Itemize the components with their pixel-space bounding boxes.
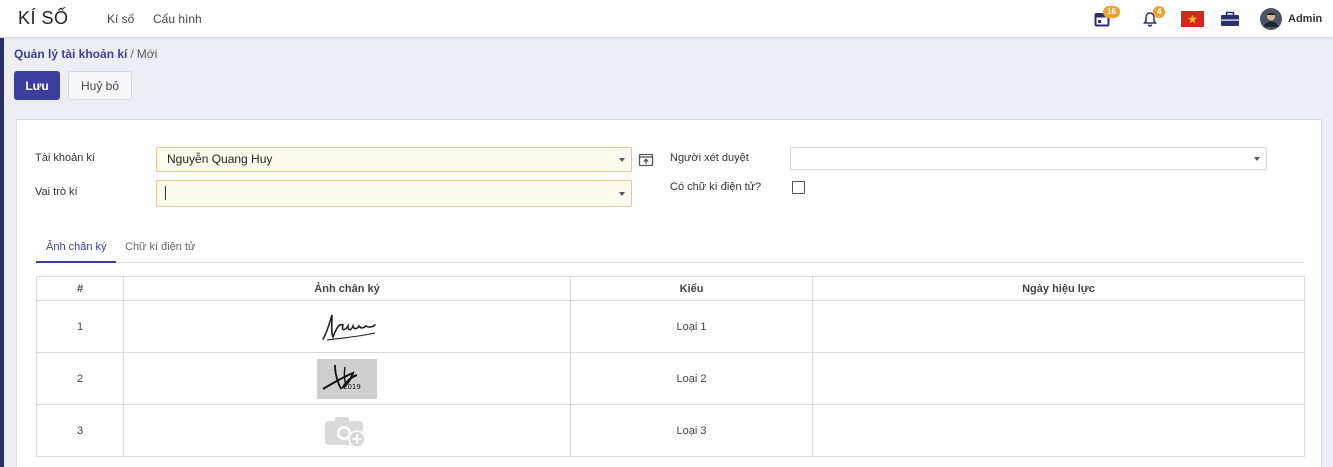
table-row[interactable]: 3 Loại 3 <box>36 404 1305 457</box>
table-row[interactable]: 2 2019 Loại 2 <box>36 352 1305 405</box>
breadcrumb-separator: / <box>130 47 134 61</box>
signature-image-cell[interactable] <box>123 404 571 457</box>
user-name[interactable]: Admin <box>1288 13 1322 25</box>
activity-badge: 16 <box>1103 6 1120 18</box>
briefcase-icon <box>1221 11 1239 26</box>
active-tab-indicator <box>36 261 116 263</box>
dropdown-caret-icon <box>619 192 625 196</box>
signing-account-label: Tài khoản kí <box>35 152 95 164</box>
language-switcher[interactable] <box>1180 8 1204 30</box>
column-header: Ngày hiệu lực <box>812 276 1305 301</box>
menu-ki-so[interactable]: Kí số <box>107 12 134 26</box>
column-header: Kiểu <box>570 276 813 301</box>
effective-date-cell[interactable] <box>812 300 1305 353</box>
type-cell: Loại 2 <box>570 352 813 405</box>
reviewer-label: Người xét duyệt <box>670 152 749 164</box>
row-index: 1 <box>36 300 124 353</box>
signing-account-select[interactable]: Nguyễn Quang Huy <box>156 147 632 172</box>
notification-button[interactable]: 4 <box>1139 6 1166 30</box>
add-photo-icon[interactable] <box>317 411 377 451</box>
left-accent-bar <box>0 38 4 467</box>
top-navbar: KÍ SỐ Kí số Cấu hình 16 4 Admin <box>0 0 1333 38</box>
column-header: # <box>36 276 124 301</box>
signature-image-cell[interactable] <box>123 300 571 353</box>
user-menu[interactable] <box>1259 8 1283 30</box>
signature-image-cell[interactable]: 2019 <box>123 352 571 405</box>
signature-scribble-image <box>322 314 376 341</box>
table-header-row: # Ảnh chân ký Kiểu Ngày hiệu lực <box>36 276 1305 301</box>
type-cell: Loại 3 <box>570 404 813 457</box>
tab-signature-image[interactable]: Ảnh chân ký <box>46 241 107 253</box>
reviewer-select[interactable] <box>790 147 1267 170</box>
signature-stamp-image: 2019 <box>317 358 377 399</box>
signing-role-select[interactable] <box>156 180 632 207</box>
row-index: 3 <box>36 404 124 457</box>
e-signature-checkbox[interactable] <box>792 181 805 194</box>
effective-date-cell[interactable] <box>812 404 1305 457</box>
row-index: 2 <box>36 352 124 405</box>
form-sheet: Tài khoản kí Nguyễn Quang Huy Vai trò kí… <box>16 119 1322 467</box>
tab-e-signature[interactable]: Chữ kí điện tử <box>125 241 195 253</box>
column-header: Ảnh chân ký <box>123 276 571 301</box>
avatar <box>1260 8 1282 30</box>
activity-button[interactable]: 16 <box>1091 6 1120 30</box>
effective-date-cell[interactable] <box>812 352 1305 405</box>
notification-badge: 4 <box>1153 6 1166 18</box>
breadcrumb-current: Mới <box>136 47 158 61</box>
table-row[interactable]: 1 Loại 1 <box>36 300 1305 353</box>
breadcrumb-parent[interactable]: Quản lý tài khoản kí <box>14 47 127 61</box>
signing-role-label: Vai trò kí <box>35 186 78 198</box>
vietnam-flag-icon <box>1180 11 1204 27</box>
cancel-button[interactable]: Huỷ bỏ <box>68 71 132 100</box>
text-cursor <box>165 185 166 200</box>
notebook-tabs: Ảnh chân ký Chữ kí điện tử <box>36 237 1304 263</box>
save-button[interactable]: Lưu <box>14 71 60 100</box>
company-switcher[interactable] <box>1219 8 1241 30</box>
type-cell: Loại 1 <box>570 300 813 353</box>
breadcrumb: Quản lý tài khoản kí / Mới <box>14 47 157 61</box>
signing-account-value: Nguyễn Quang Huy <box>167 152 273 166</box>
external-link-icon[interactable] <box>638 152 654 168</box>
menu-cau-hinh[interactable]: Cấu hình <box>153 12 202 26</box>
svg-text:2019: 2019 <box>343 383 361 391</box>
dropdown-caret-icon <box>619 158 625 162</box>
dropdown-caret-icon <box>1254 157 1260 161</box>
e-signature-label: Có chữ kí điện tử? <box>670 181 762 193</box>
app-title[interactable]: KÍ SỐ <box>18 8 69 29</box>
signature-table: # Ảnh chân ký Kiểu Ngày hiệu lực 1 Loại … <box>36 276 1305 457</box>
